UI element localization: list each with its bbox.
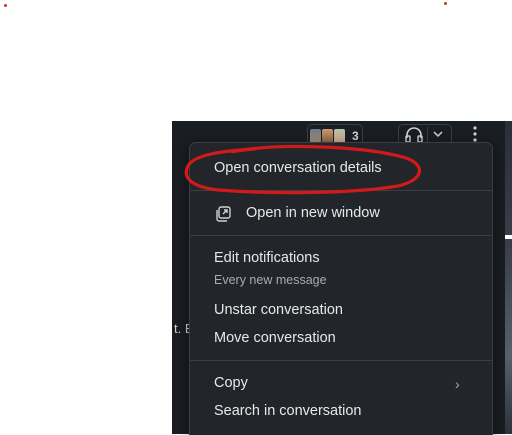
menu-divider: [190, 360, 492, 361]
menu-item-unstar-conversation[interactable]: Unstar conversation: [214, 302, 343, 318]
menu-item-edit-notifications[interactable]: Edit notifications: [214, 250, 320, 266]
annotation-circle: [184, 144, 421, 195]
menu-item-open-in-new-window[interactable]: Open in new window: [246, 205, 380, 221]
menu-item-copy[interactable]: Copy: [214, 375, 248, 391]
adjacent-window-edge: [505, 121, 512, 434]
chevron-down-icon[interactable]: [433, 130, 443, 138]
notifications-setting-label: Every new message: [214, 273, 327, 287]
annotation-dot-left: [4, 4, 7, 7]
menu-item-search-in-conversation[interactable]: Search in conversation: [214, 403, 362, 419]
new-window-icon: [216, 206, 231, 222]
menu-divider: [190, 235, 492, 236]
submenu-arrow-icon: ›: [455, 376, 460, 392]
window-divider: [505, 235, 512, 239]
menu-item-move-conversation[interactable]: Move conversation: [214, 330, 336, 346]
more-options-icon[interactable]: [469, 125, 481, 143]
annotation-dot-right: [444, 2, 447, 5]
